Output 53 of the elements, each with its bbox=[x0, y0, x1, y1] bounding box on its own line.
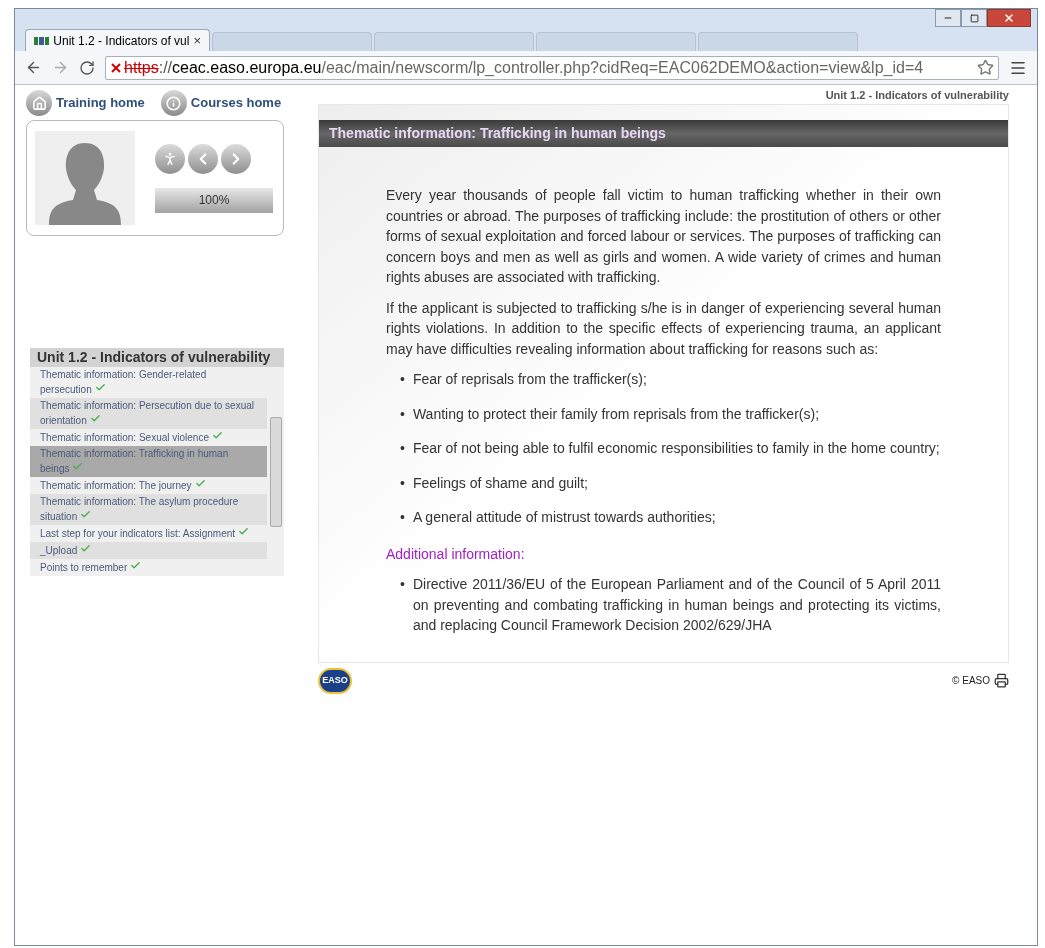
breadcrumb: Unit 1.2 - Indicators of vulnerability bbox=[824, 89, 1009, 103]
previous-button[interactable] bbox=[188, 143, 218, 174]
forward-icon[interactable] bbox=[52, 59, 69, 76]
url-text: https://ceac.easo.europa.eu/eac/main/newscorm/lp_controller.php?cidReq=EAC062DEMO&action=view&lp_id=4 bbox=[124, 57, 924, 78]
bullet-marker: • bbox=[400, 508, 405, 527]
bookmark-star-icon[interactable] bbox=[977, 59, 994, 76]
back-icon[interactable] bbox=[25, 59, 42, 76]
body-paragraph: If the applicant is subjected to trafficking s/he is in danger of experiencing several human rights violations. In addition to the specific effects of experiencing trauma, an applicant may have difficulties revealing information about trafficking for reasons such as: bbox=[386, 298, 941, 359]
bullet-item: A general attitude of mistrust towards authorities; bbox=[412, 508, 716, 527]
page-heading: Thematic information: Trafficking in human beings bbox=[319, 120, 1008, 147]
maximize-button[interactable] bbox=[961, 9, 987, 27]
toc-item[interactable]: Thematic information: Gender-related persecution bbox=[30, 367, 267, 398]
bullet-item: Feelings of shame and guilt; bbox=[412, 473, 588, 493]
bullet-item: Fear of not being able to fulfil economic responsibilities to family in the home country; bbox=[412, 439, 940, 458]
close-button[interactable] bbox=[987, 9, 1031, 27]
nav-link[interactable]: Courses home bbox=[160, 90, 282, 116]
toc-item[interactable]: _Upload bbox=[30, 542, 267, 559]
favicon-icon bbox=[34, 36, 50, 45]
close-icon bbox=[1003, 12, 1015, 24]
toc-title: Unit 1.2 - Indicators of vulnerability bbox=[30, 348, 284, 367]
bullet-marker: • bbox=[400, 370, 405, 389]
toc-item[interactable]: Thematic information: Persecution due to sexual orientation bbox=[30, 398, 267, 429]
toc-item[interactable]: Thematic information: The journey bbox=[30, 477, 267, 494]
info-icon bbox=[160, 90, 187, 116]
browser-tab[interactable]: Unit 1.2 - Indicators of vul × bbox=[25, 29, 210, 51]
minimize-button[interactable] bbox=[935, 9, 961, 27]
easo-logo: EASO bbox=[318, 667, 352, 694]
avatar-icon bbox=[35, 131, 135, 225]
bullet-marker: • bbox=[400, 473, 405, 493]
toc-item[interactable]: Last step for your indicators list: Assignment bbox=[30, 525, 267, 542]
bullet-item: Directive 2011/36/EU of the European Parliament and of the Council of 5 April 2011 on preventing and combating trafficking in human beings and protecting its victims, and replacing Council Framework Decision 2002/629/JHA bbox=[412, 575, 941, 635]
home-icon bbox=[26, 90, 52, 116]
print-icon[interactable] bbox=[994, 673, 1009, 688]
reload-icon[interactable] bbox=[79, 59, 95, 76]
runner-button[interactable] bbox=[155, 143, 185, 174]
toc-item[interactable]: Thematic information: Sexual violence bbox=[30, 429, 267, 446]
bullet-item: Fear of reprisals from the trafficker(s); bbox=[412, 370, 647, 389]
next-button[interactable] bbox=[221, 143, 251, 174]
toc-item[interactable]: Thematic information: The asylum procedure situation bbox=[30, 494, 267, 525]
tab-title: Unit 1.2 - Indicators of vul bbox=[53, 32, 190, 50]
additional-heading: Additional information: bbox=[386, 544, 526, 564]
tab-close-button[interactable]: × bbox=[193, 30, 201, 51]
toc-item[interactable]: Points to remember bbox=[30, 559, 267, 576]
copyright-text: © EASO bbox=[952, 674, 990, 688]
progress-reading: 100% bbox=[197, 192, 231, 209]
bullet-marker: • bbox=[400, 439, 405, 458]
bullet-marker: • bbox=[400, 404, 405, 424]
maximize-icon bbox=[969, 13, 979, 23]
body-paragraph: Every year thousands of people fall victim to human trafficking whether in their own countries or abroad. The purposes of trafficking include: the prostitution of others or other forms of sexual exploitation and forced labour or services. The purposes of trafficking can concern boys and men as well as girls and women. A wide variety of crimes and human rights abuses are associated with trafficking. bbox=[386, 186, 941, 287]
nav-link[interactable]: Training home bbox=[26, 90, 145, 116]
bullet-item: Wanting to protect their family from reprisals from the trafficker(s); bbox=[412, 404, 820, 424]
bullet-marker: • bbox=[400, 575, 405, 594]
address-bar[interactable]: https://ceac.easo.europa.eu/eac/main/newscorm/lp_controller.php?cidReq=EAC062DEMO&action=view&lp_id=4 bbox=[105, 55, 999, 80]
